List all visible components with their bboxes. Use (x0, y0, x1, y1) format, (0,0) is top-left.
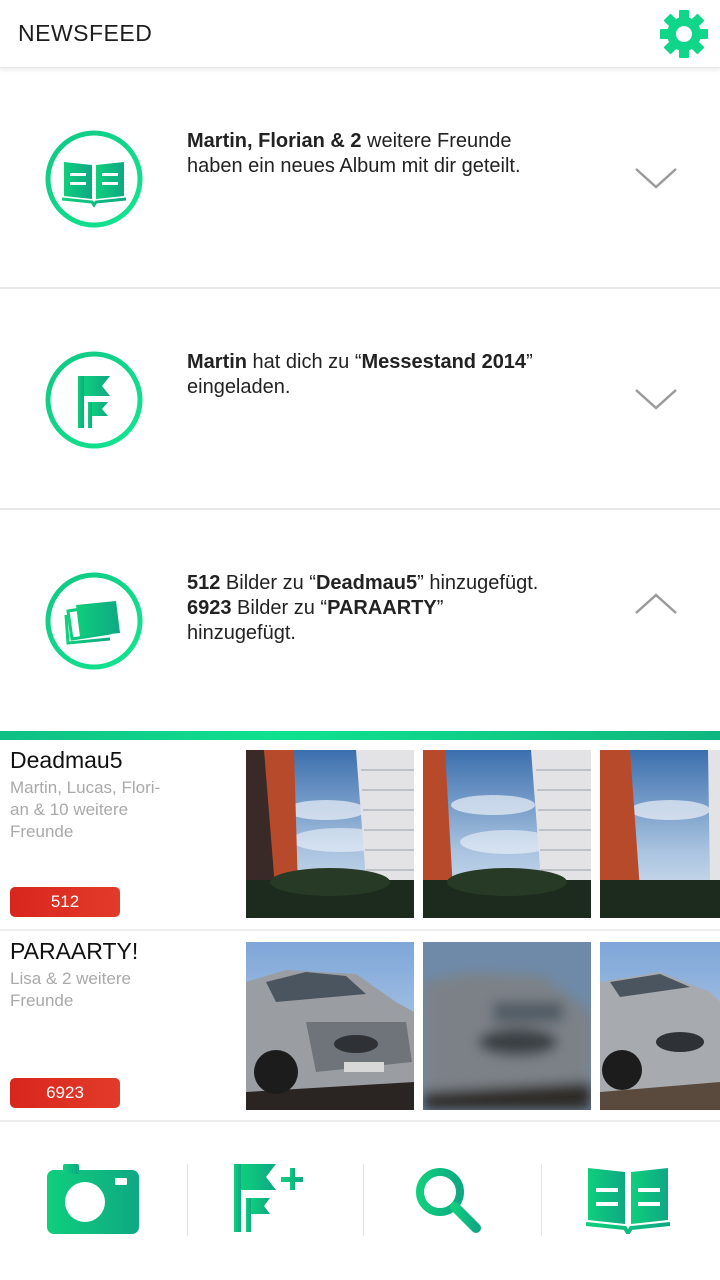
album-title: Deadmau5 (10, 747, 123, 773)
open-book-icon (586, 1168, 670, 1234)
nav-create-event[interactable] (188, 1122, 365, 1280)
expanded-section-divider (0, 731, 720, 740)
nav-search[interactable] (364, 1122, 541, 1280)
page-title: NEWSFEED (18, 20, 153, 46)
album-thumbnail[interactable] (600, 942, 720, 1110)
album-thumbnail[interactable] (246, 942, 414, 1110)
photos-icon (45, 572, 143, 670)
chevron-down-icon[interactable] (632, 165, 680, 193)
chevron-down-icon[interactable] (632, 386, 680, 414)
add-flag-icon (234, 1164, 303, 1232)
flags-icon (45, 351, 143, 449)
nav-camera[interactable] (0, 1122, 177, 1280)
search-icon (416, 1168, 481, 1233)
notification-text: Martin, Florian & 2 weitere Freunde habe… (187, 130, 521, 177)
photo-count-badge: 512 (10, 887, 120, 917)
camera-icon (47, 1164, 139, 1234)
album-members: Martin, Lucas, Flori- an & 10 weitere Fr… (10, 778, 161, 841)
album-row-paraarty[interactable]: PARAARTY! Lisa & 2 weitere Freunde 6923 (0, 932, 720, 1122)
album-members: Lisa & 2 weitere Freunde (10, 969, 131, 1010)
album-row-deadmau5[interactable]: Deadmau5 Martin, Lucas, Flori- an & 10 w… (0, 741, 720, 931)
chevron-up-icon[interactable] (632, 589, 680, 617)
album-thumbnail[interactable] (600, 750, 720, 918)
album-thumbnail[interactable] (423, 942, 591, 1110)
notification-album-shared[interactable]: Martin, Florian & 2 weitere Freunde habe… (0, 69, 720, 289)
nav-albums[interactable] (542, 1122, 719, 1280)
app-header: NEWSFEED (0, 0, 720, 68)
album-thumbnail[interactable] (246, 750, 414, 918)
gear-icon[interactable] (658, 8, 710, 60)
notification-text: Martin hat dich zu “Messestand 2014” ein… (187, 351, 533, 398)
notification-photos-added[interactable]: 512 Bilder zu “Deadmau5” hinzugefügt. 69… (0, 511, 720, 731)
open-book-icon (45, 130, 143, 228)
album-thumbnail[interactable] (423, 750, 591, 918)
notification-text: 512 Bilder zu “Deadmau5” hinzugefügt. 69… (187, 572, 539, 644)
bottom-navigation (0, 1122, 720, 1280)
album-title: PARAARTY! (10, 938, 139, 964)
notification-invitation[interactable]: Martin hat dich zu “Messestand 2014” ein… (0, 290, 720, 510)
photo-count-badge: 6923 (10, 1078, 120, 1108)
